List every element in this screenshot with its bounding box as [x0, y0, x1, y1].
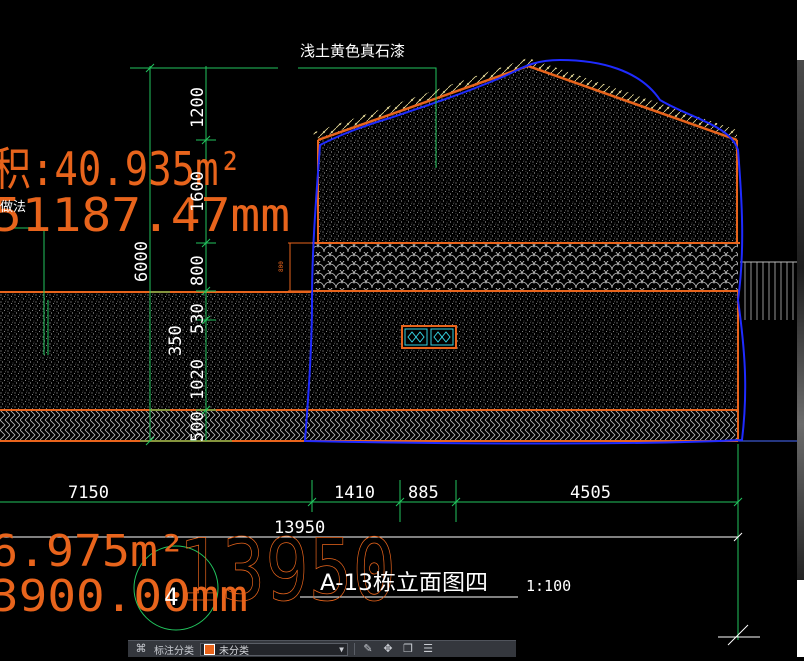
layer-label: 标注分类 [154, 645, 194, 657]
tile-band-dim [288, 242, 312, 292]
length-bottom-text: 3900.00mm [0, 571, 248, 622]
copy-icon[interactable]: ❐ [401, 643, 415, 655]
dim-885: 885 [408, 483, 439, 503]
layer-color-swatch [204, 643, 215, 655]
dim-1020: 1020 [188, 359, 208, 400]
pencil-icon[interactable]: ✎ [361, 643, 375, 655]
left-wall-hatch [0, 292, 312, 410]
dim-1600: 1600 [188, 171, 208, 212]
dim-1410: 1410 [334, 483, 375, 503]
dim-total: 6000 [132, 241, 152, 282]
dim-7150: 7150 [68, 483, 109, 503]
tile-band-dim-text: 800 [278, 261, 285, 272]
left-base-hatch [0, 410, 312, 441]
view-title: A-13栋立面图四 [320, 571, 488, 596]
dim-4505: 4505 [570, 483, 611, 503]
layers-icon[interactable]: ⌘ [134, 643, 148, 655]
toolbar-divider [354, 643, 355, 655]
dim-800: 800 [188, 255, 208, 286]
method-label: 做法 [0, 200, 26, 215]
stack-icon[interactable]: ☰ [421, 643, 435, 655]
tile-band-hatch [314, 244, 738, 290]
scale-text: 1:100 [526, 577, 571, 595]
layer-select-value: 未分类 [219, 645, 249, 657]
move-icon[interactable]: ✥ [381, 643, 395, 655]
cad-canvas[interactable]: 800 浅土黄色真石漆 积:40.935m² 51187.47mm 做法 600… [0, 0, 804, 657]
dim-500: 500 [188, 411, 208, 442]
layer-toolbar: ⌘ 标注分类 未分类 ▼ ✎ ✥ ❐ ☰ [128, 640, 516, 657]
stairs-hatch [740, 262, 797, 320]
drawing-svg[interactable]: 800 浅土黄色真石漆 积:40.935m² 51187.47mm 做法 600… [0, 0, 804, 657]
dim-1200: 1200 [188, 87, 208, 128]
dim-530: 530 [188, 303, 208, 334]
length-top-text: 51187.47mm [0, 188, 290, 242]
gable-wall-hatch [318, 66, 737, 243]
right-edge-photo [797, 60, 804, 580]
window[interactable] [401, 325, 457, 349]
lower-base-hatch [312, 410, 738, 441]
chevron-down-icon: ▼ [339, 644, 344, 654]
axis-marker-label: 4 [164, 583, 178, 611]
lower-wall-hatch [312, 292, 738, 410]
area-bottom-text: 6.975m² [0, 526, 186, 577]
dim-350: 350 [166, 325, 186, 356]
material-label: 浅土黄色真石漆 [300, 42, 405, 60]
layer-select[interactable]: 未分类 ▼ [200, 642, 348, 657]
